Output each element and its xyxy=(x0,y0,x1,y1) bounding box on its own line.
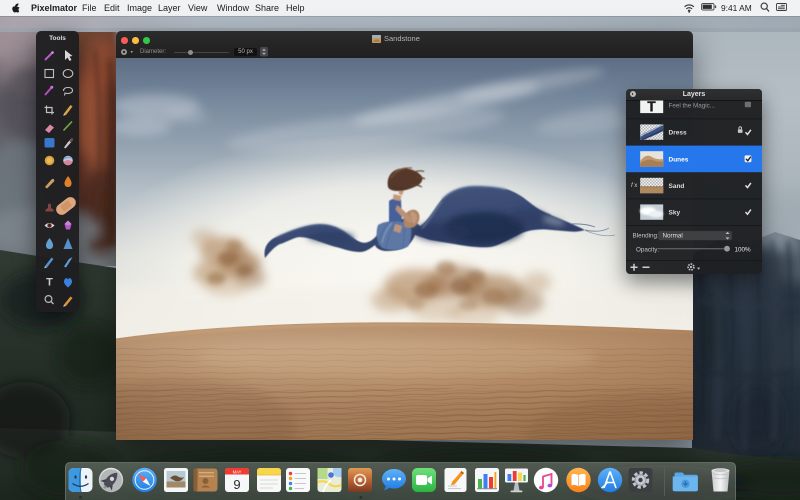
svg-text:MAY: MAY xyxy=(233,470,242,475)
svg-text:Sand: Sand xyxy=(669,183,685,190)
svg-text:100%: 100% xyxy=(735,246,752,253)
svg-text:Opacity:: Opacity: xyxy=(636,246,659,253)
svg-text:Dunes: Dunes xyxy=(669,156,689,163)
svg-text:9: 9 xyxy=(233,477,240,492)
svg-text:Blending:: Blending: xyxy=(633,233,660,240)
svg-text:Feel the Magic...: Feel the Magic... xyxy=(669,102,716,109)
svg-text:x: x xyxy=(634,182,638,189)
svg-text:Sky: Sky xyxy=(669,210,681,217)
svg-text:Dress: Dress xyxy=(669,130,687,137)
svg-text:T: T xyxy=(46,277,53,289)
svg-text:Normal: Normal xyxy=(663,233,683,240)
